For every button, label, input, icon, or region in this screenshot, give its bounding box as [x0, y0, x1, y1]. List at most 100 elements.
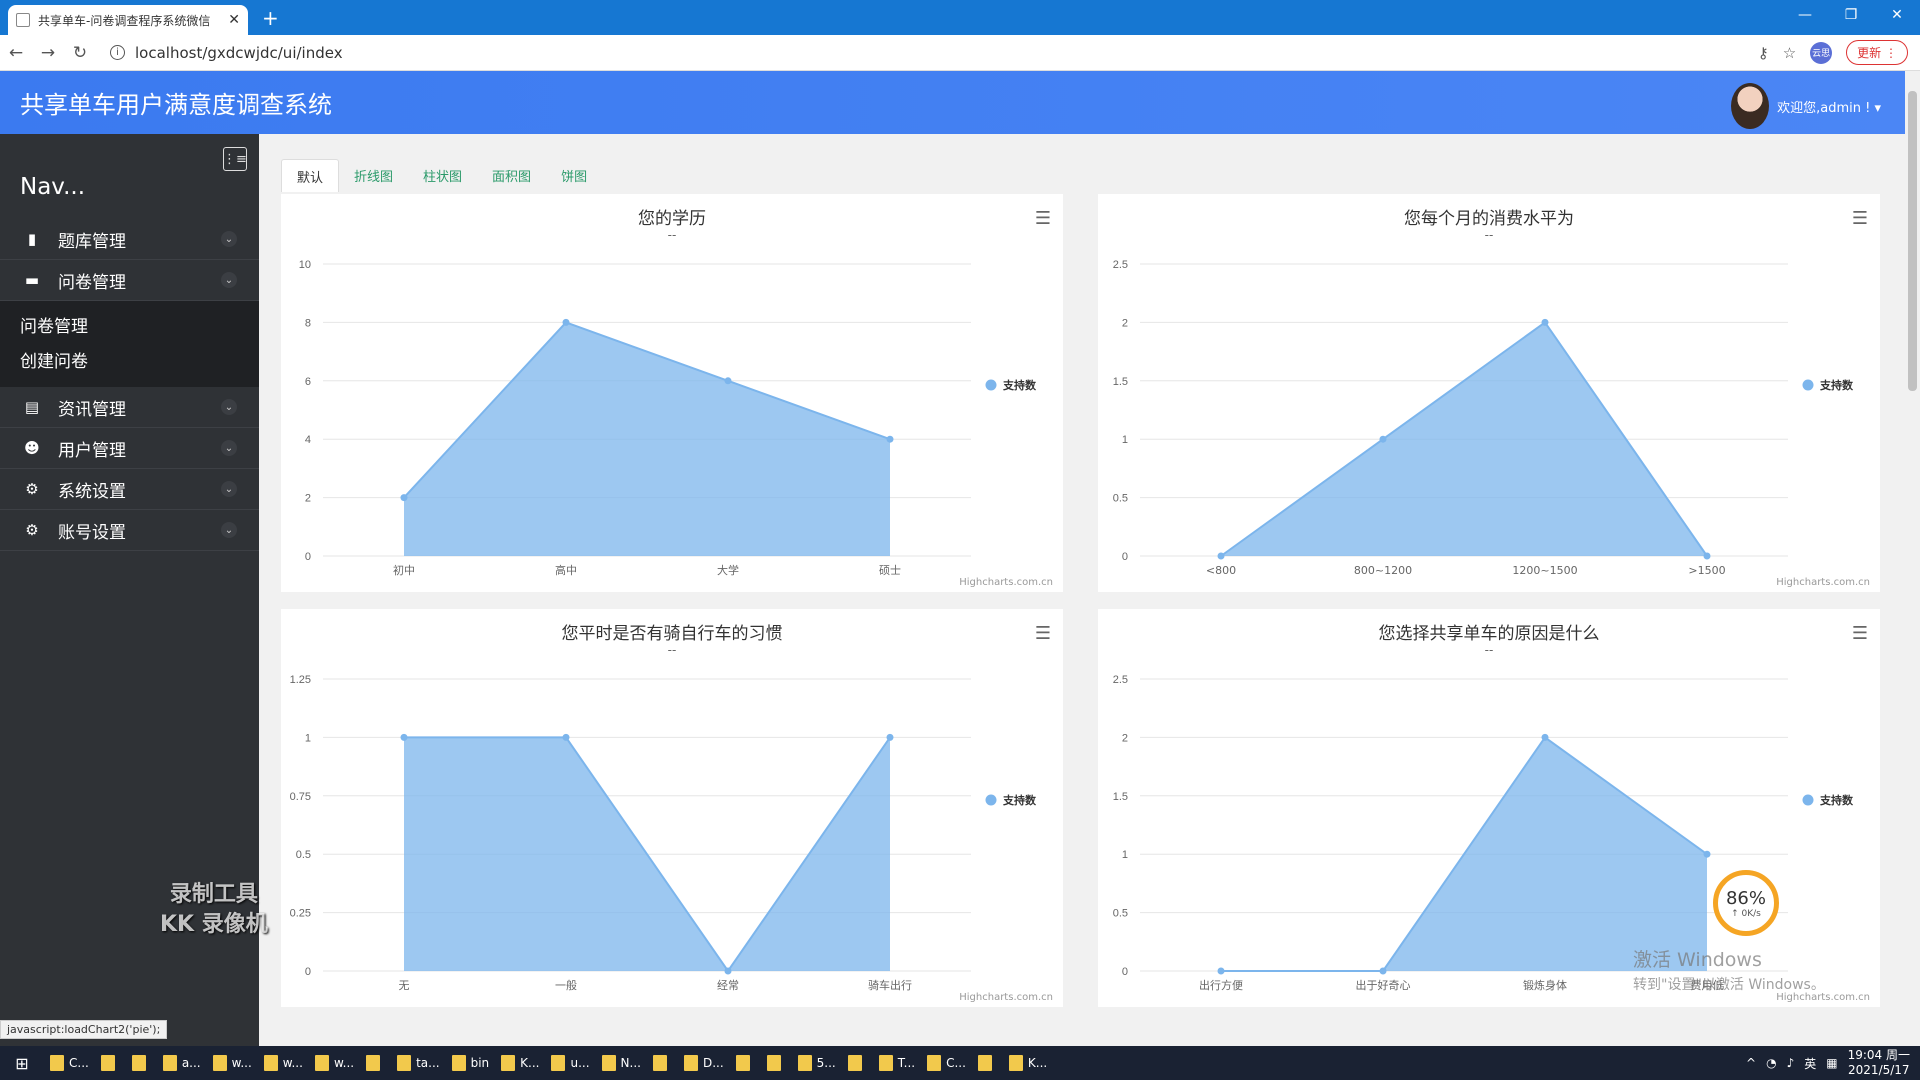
taskbar-app-button[interactable]: [95, 1046, 126, 1080]
legend-label: 支持数: [1002, 793, 1037, 807]
taskbar-app-button[interactable]: 5...: [792, 1046, 842, 1080]
app-icon: [50, 1055, 64, 1071]
chart-credit[interactable]: Highcharts.com.cn: [959, 992, 1053, 1003]
forward-icon[interactable]: →: [32, 43, 64, 63]
restore-icon[interactable]: ❐: [1828, 0, 1874, 30]
taskbar-app-button[interactable]: w...: [258, 1046, 309, 1080]
tray-network-icon[interactable]: ◔: [1766, 1056, 1776, 1070]
chart-credit[interactable]: Highcharts.com.cn: [959, 577, 1053, 588]
taskbar-app-label: 5...: [816, 1056, 836, 1070]
taskbar-app-button[interactable]: K...: [1003, 1046, 1053, 1080]
update-label: 更新: [1857, 46, 1882, 60]
tab-line[interactable]: 折线图: [339, 159, 408, 192]
taskbar-app-label: bin: [470, 1056, 490, 1070]
reload-icon[interactable]: ↻: [64, 43, 96, 63]
back-icon[interactable]: ←: [0, 43, 32, 63]
taskbar-app-button[interactable]: [972, 1046, 1003, 1080]
y-tick-label: 0.5: [296, 849, 311, 861]
taskbar-app-button[interactable]: [126, 1046, 157, 1080]
x-tick-label: 锻炼身体: [1523, 978, 1567, 992]
browser-tab[interactable]: 共享单车-问卷调查程序系统微信 ✕: [8, 5, 248, 35]
app-icon: [652, 1055, 667, 1071]
y-tick-label: 0: [305, 551, 311, 563]
taskbar-app-button[interactable]: D...: [678, 1046, 730, 1080]
update-button[interactable]: 更新 ⋮: [1846, 40, 1908, 65]
submenu-item-survey-manage[interactable]: 问卷管理: [0, 307, 259, 342]
y-tick-label: 1: [1122, 849, 1128, 861]
taskbar-app-button[interactable]: C...: [44, 1046, 95, 1080]
x-tick-label: 骑车出行: [868, 978, 912, 992]
close-tab-icon[interactable]: ✕: [228, 12, 240, 28]
submenu-item-create-survey[interactable]: 创建问卷: [0, 342, 259, 377]
data-point: [562, 733, 570, 741]
x-tick-label: 一般: [555, 979, 577, 992]
taskbar-app-button[interactable]: u...: [545, 1046, 595, 1080]
key-icon[interactable]: ⚷: [1758, 44, 1769, 62]
x-tick-label: <800: [1206, 564, 1236, 577]
taskbar-app-button[interactable]: w...: [207, 1046, 258, 1080]
keyboard-icon[interactable]: ▦: [1826, 1056, 1837, 1070]
tab-title: 共享单车-问卷调查程序系统微信: [38, 13, 211, 28]
main-content: 默认 折线图 柱状图 面积图 饼图 0 2 4 6 8 10 初中 高中 大学 硕士 支持数 您的学…: [259, 134, 1905, 1046]
minimize-icon[interactable]: —: [1782, 0, 1828, 30]
taskbar-app-button[interactable]: a...: [157, 1046, 207, 1080]
taskbar-app-button[interactable]: ta...: [391, 1046, 446, 1080]
data-point: [1703, 850, 1711, 858]
clock-time: 19:04 周一: [1847, 1048, 1910, 1062]
chart-menu-icon[interactable]: ☰: [1852, 208, 1868, 229]
scrollbar-thumb[interactable]: [1908, 91, 1917, 391]
app-icon: [451, 1055, 466, 1071]
profile-avatar[interactable]: 云思: [1810, 41, 1833, 64]
taskbar-app-button[interactable]: w...: [309, 1046, 360, 1080]
sidebar-item-label: 题库管理: [58, 231, 126, 252]
chevron-down-icon: ⌄: [221, 481, 237, 497]
taskbar-app-button[interactable]: N...: [596, 1046, 647, 1080]
tray-up-icon[interactable]: ^: [1746, 1056, 1756, 1070]
taskbar-app-button[interactable]: T...: [873, 1046, 921, 1080]
chart-menu-icon[interactable]: ☰: [1035, 208, 1051, 229]
tab-pie[interactable]: 饼图: [546, 159, 602, 192]
tab-bar[interactable]: 柱状图: [408, 159, 477, 192]
tray-volume-icon[interactable]: ♪: [1787, 1056, 1795, 1070]
chart-credit[interactable]: Highcharts.com.cn: [1776, 577, 1870, 588]
taskbar-app-button[interactable]: [730, 1046, 761, 1080]
sidebar-item-account-settings[interactable]: ⚙ 账号设置 ⌄: [0, 510, 259, 551]
tab-area[interactable]: 面积图: [477, 159, 546, 192]
taskbar-app-button[interactable]: [761, 1046, 792, 1080]
y-tick-label: 2: [1122, 732, 1128, 744]
legend-label: 支持数: [1819, 378, 1854, 392]
system-tray: ^ ◔ ♪ 英 ▦ 19:04 周一 2021/5/17: [1746, 1046, 1910, 1080]
taskbar-app-button[interactable]: [360, 1046, 391, 1080]
sidebar-toggle-icon[interactable]: ⋮≡: [223, 147, 247, 171]
chart-menu-icon[interactable]: ☰: [1035, 623, 1051, 644]
windows-start-icon[interactable]: ⊞: [0, 1046, 44, 1080]
app-icon: [366, 1055, 381, 1071]
clock[interactable]: 19:04 周一 2021/5/17: [1848, 1048, 1910, 1078]
tab-default[interactable]: 默认: [281, 159, 340, 192]
new-tab-button[interactable]: +: [262, 6, 279, 30]
sidebar-item-question-bank[interactable]: ▮ 题库管理 ⌄: [0, 219, 259, 260]
url-field[interactable]: i localhost/gxdcwjdc/ui/index: [110, 44, 1758, 62]
taskbar-app-button[interactable]: [842, 1046, 873, 1080]
sidebar-item-survey[interactable]: ▬ 问卷管理 ⌄: [0, 260, 259, 301]
sidebar-item-news[interactable]: ▤ 资讯管理 ⌄: [0, 387, 259, 428]
sidebar-item-system-settings[interactable]: ⚙ 系统设置 ⌄: [0, 469, 259, 510]
chart-menu-icon[interactable]: ☰: [1852, 623, 1868, 644]
user-menu[interactable]: 欢迎您,admin ! ▾: [1731, 83, 1881, 129]
taskbar-app-button[interactable]: [647, 1046, 678, 1080]
y-tick-label: 1.5: [1113, 791, 1128, 803]
network-speed-widget[interactable]: 86% ↑ 0K/s: [1713, 870, 1779, 936]
document-icon: ▤: [24, 398, 40, 416]
taskbar-app-button[interactable]: K...: [495, 1046, 545, 1080]
ime-indicator[interactable]: 英: [1804, 1055, 1816, 1072]
data-point: [886, 733, 894, 741]
taskbar-app-button[interactable]: bin: [446, 1046, 496, 1080]
page-scrollbar[interactable]: [1905, 71, 1920, 1046]
taskbar-app-button[interactable]: C...: [921, 1046, 972, 1080]
activate-line-1: 激活 Windows: [1633, 949, 1762, 971]
site-info-icon[interactable]: i: [110, 45, 125, 60]
sidebar-item-users[interactable]: ☻ 用户管理 ⌄: [0, 428, 259, 469]
bookmark-star-icon[interactable]: ☆: [1783, 44, 1796, 62]
close-window-icon[interactable]: ✕: [1874, 0, 1920, 30]
y-tick-label: 0: [305, 966, 311, 978]
